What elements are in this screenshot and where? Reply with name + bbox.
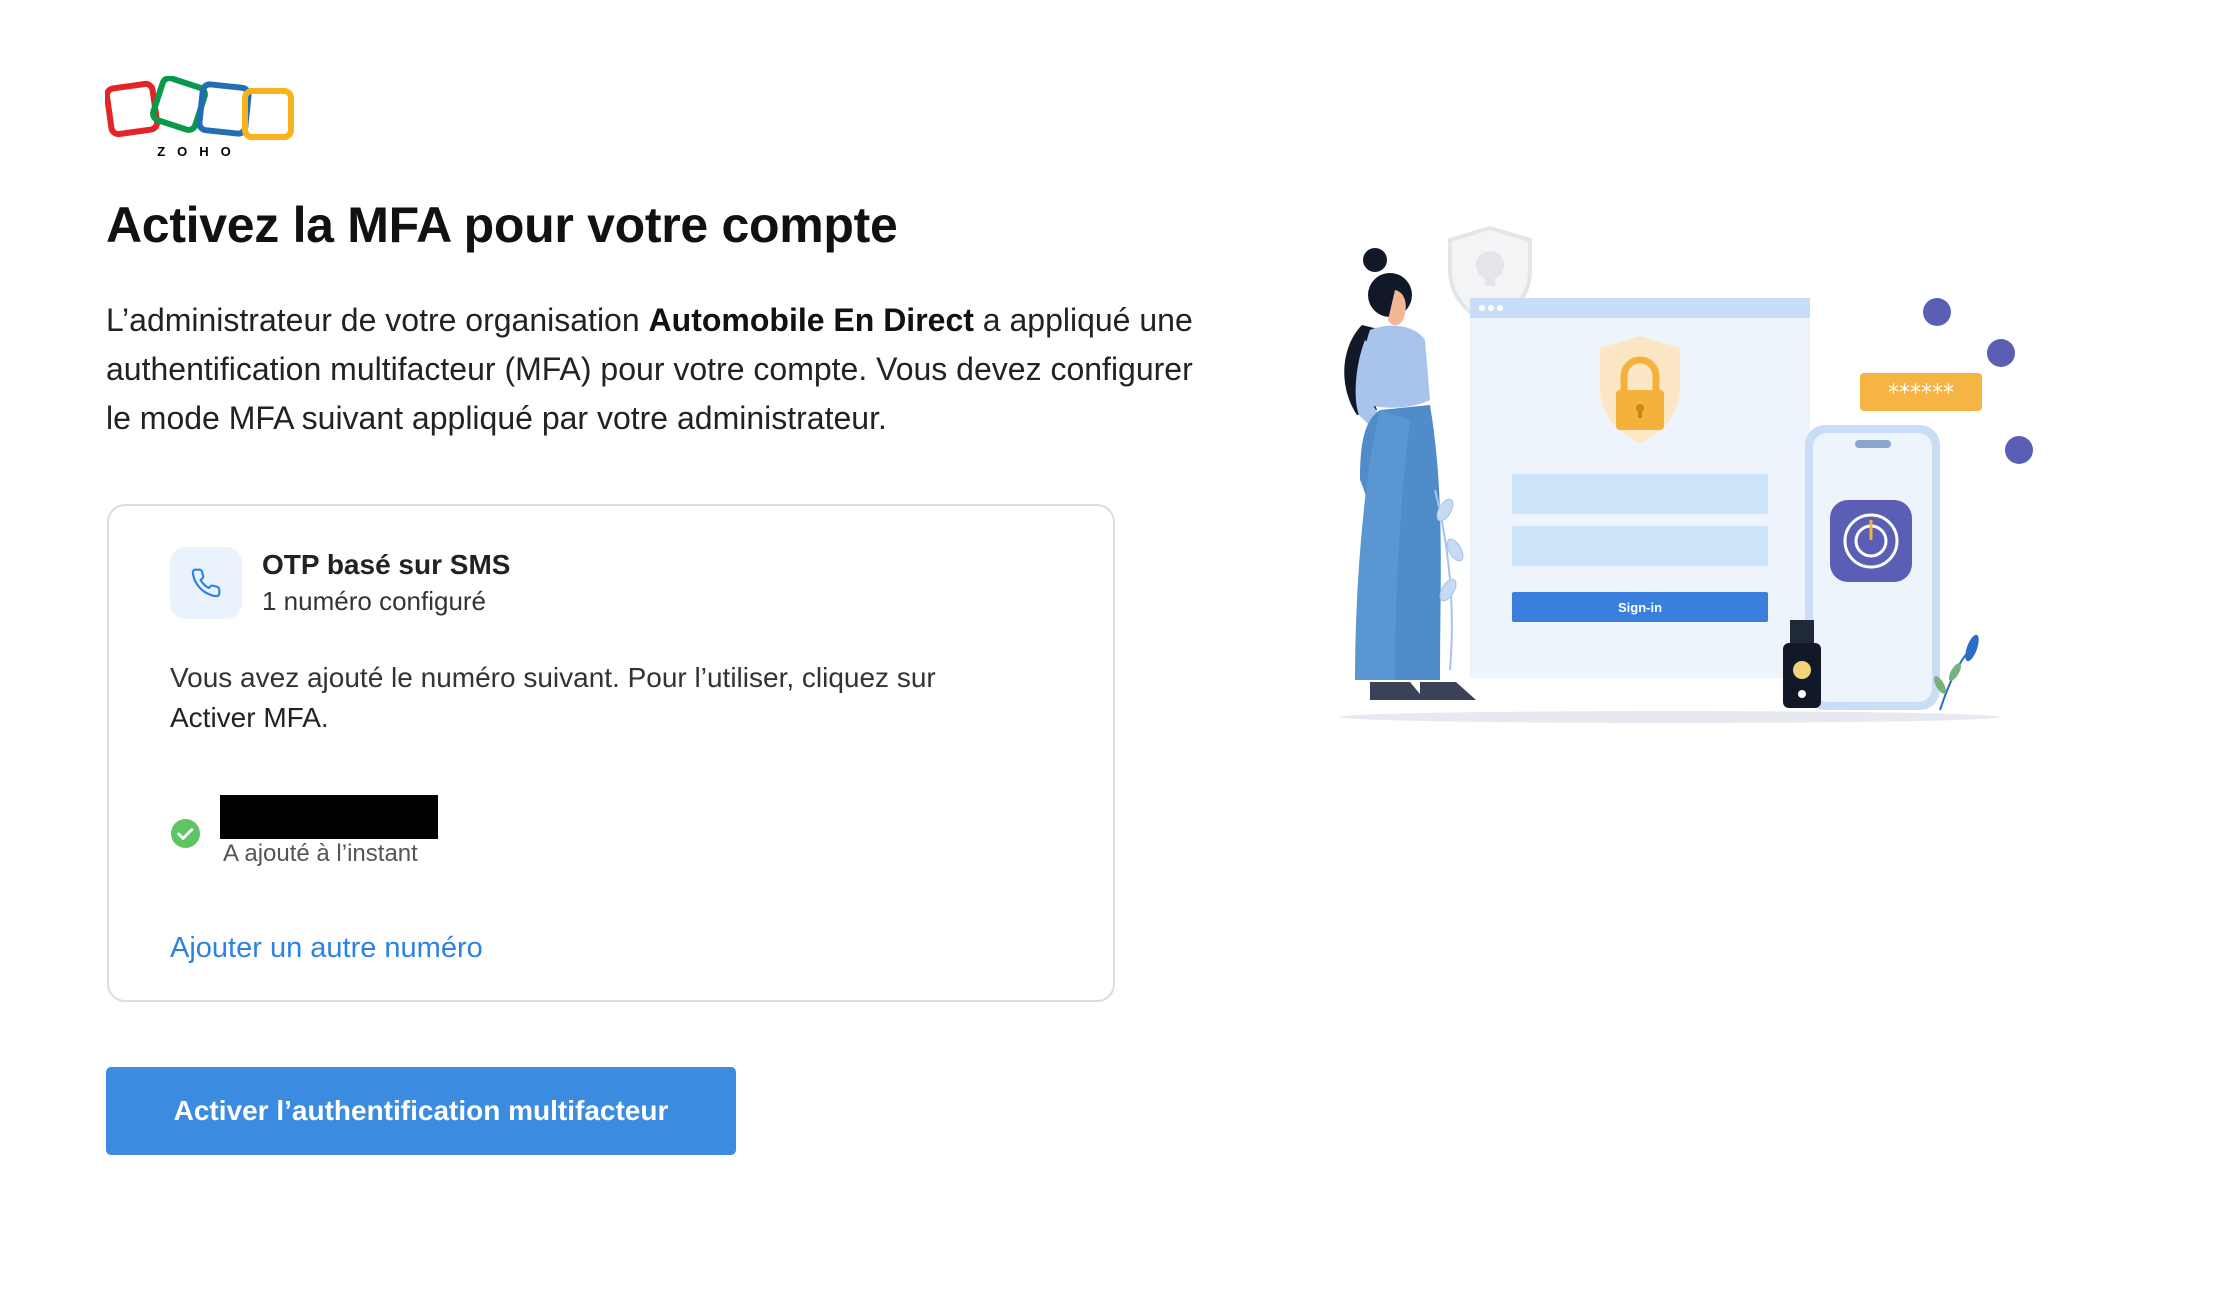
enable-mfa-button[interactable]: Activer l’authentification multifacteur xyxy=(106,1067,736,1155)
method-name: OTP basé sur SMS xyxy=(262,549,511,580)
password-mask: ****** xyxy=(1888,381,1954,406)
add-number-link[interactable]: Ajouter un autre numéro xyxy=(170,932,483,965)
phone-number-redacted xyxy=(220,795,438,839)
method-count: 1 numéro configuré xyxy=(262,586,487,616)
mfa-method-card: OTP basé sur SMS 1 numéro configuré Vous… xyxy=(107,504,1115,1002)
signin-label: Sign-in xyxy=(1618,600,1662,615)
zoho-logo: ZOHO xyxy=(103,75,295,162)
phone-device xyxy=(1805,425,1940,710)
org-name: Automobile En Direct xyxy=(648,302,974,338)
intro-text: L’administrateur de votre organisation A… xyxy=(106,296,1206,443)
method-description: Vous avez ajouté le numéro suivant. Pour… xyxy=(170,658,990,738)
number-added-status: A ajouté à l’instant xyxy=(223,840,418,867)
page-title: Activez la MFA pour votre compte xyxy=(106,197,898,253)
woman-figure xyxy=(1344,248,1476,700)
desc-text: Vous avez ajouté le numéro suivant. Pour… xyxy=(170,662,936,693)
mfa-illustration: Sign-in ****** xyxy=(1340,225,2033,723)
intro-part1: L’administrateur de votre organisation xyxy=(106,302,649,338)
phone-icon xyxy=(170,547,242,619)
check-circle-icon xyxy=(170,818,201,849)
logo-wordmark: ZOHO xyxy=(157,144,243,159)
desc-strong: Activer MFA xyxy=(170,702,321,733)
desc-end: . xyxy=(320,702,329,733)
browser-window: Sign-in xyxy=(1470,298,1810,678)
